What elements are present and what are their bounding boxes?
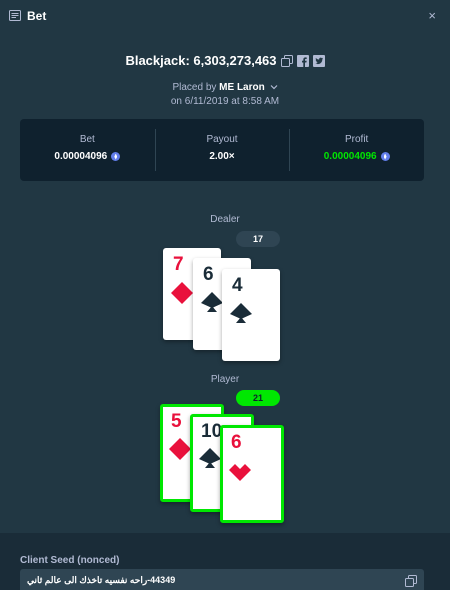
twitter-icon[interactable] xyxy=(312,54,325,67)
card-rank: 7 xyxy=(173,254,184,275)
placed-by: Placed by ME Laron xyxy=(0,82,450,93)
facebook-icon[interactable] xyxy=(296,54,309,67)
card-rank: 4 xyxy=(232,275,243,296)
profit-value: 0.00004096 xyxy=(323,151,377,162)
player-card-3: 6 xyxy=(220,425,284,523)
dealer-total-badge: 17 xyxy=(236,231,280,247)
diamond-icon xyxy=(171,282,193,304)
profit-stat: Profit 0.00004096 xyxy=(289,119,424,181)
ethereum-icon xyxy=(380,152,390,161)
modal-title: Bet xyxy=(27,9,47,23)
close-icon[interactable]: × xyxy=(428,8,436,23)
payout-value-row: 2.00× xyxy=(155,151,290,162)
game-title: Blackjack: 6,303,273,463 xyxy=(125,53,277,68)
card-rank: 6 xyxy=(203,264,214,285)
dealer-label: Dealer xyxy=(210,214,240,225)
player-total-badge: 21 xyxy=(236,390,280,406)
bet-stats-panel: Bet 0.00004096 Payout 2.00× Profit 0.000… xyxy=(20,119,424,181)
dealer-card-3: 4 xyxy=(222,269,280,361)
game-title-row: Blackjack: 6,303,273,463 xyxy=(0,53,450,68)
card-rank: 6 xyxy=(231,432,242,453)
client-seed-field[interactable]: 44349-راحه نفسيه تاخذك الى عالم ثاني xyxy=(20,569,424,590)
bet-value-row: 0.00004096 xyxy=(20,151,155,162)
copy-icon[interactable] xyxy=(280,54,293,67)
payout-label: Payout xyxy=(206,134,238,145)
placed-by-prefix: Placed by xyxy=(172,82,220,93)
client-seed-label: Client Seed (nonced) xyxy=(20,555,120,566)
copy-icon[interactable] xyxy=(405,575,417,587)
profit-label: Profit xyxy=(345,134,369,145)
card-rank: 5 xyxy=(171,411,182,432)
card-rank: 10 xyxy=(201,421,223,442)
payout-value: 2.00× xyxy=(209,151,235,162)
bet-slip-icon xyxy=(9,10,21,21)
ethereum-icon xyxy=(111,152,121,161)
player-label: Player xyxy=(210,374,240,385)
bet-date: on 6/11/2019 at 8:58 AM xyxy=(170,96,280,107)
seed-section: Client Seed (nonced) 44349-راحه نفسيه تا… xyxy=(0,533,450,590)
modal-header: Bet × xyxy=(0,0,450,32)
bet-value: 0.00004096 xyxy=(54,151,108,162)
chevron-down-icon[interactable] xyxy=(270,84,278,90)
client-seed-value: 44349-راحه نفسيه تاخذك الى عالم ثاني xyxy=(27,575,176,585)
club-icon xyxy=(199,448,221,468)
username-link[interactable]: ME Laron xyxy=(219,82,265,93)
bet-label: Bet xyxy=(79,134,95,145)
payout-stat: Payout 2.00× xyxy=(154,119,290,181)
spade-icon xyxy=(230,303,252,323)
profit-value-row: 0.00004096 xyxy=(289,151,424,162)
spade-icon xyxy=(201,292,223,312)
diamond-icon xyxy=(169,438,191,460)
bet-stat: Bet 0.00004096 xyxy=(20,119,155,181)
heart-icon xyxy=(229,464,251,481)
